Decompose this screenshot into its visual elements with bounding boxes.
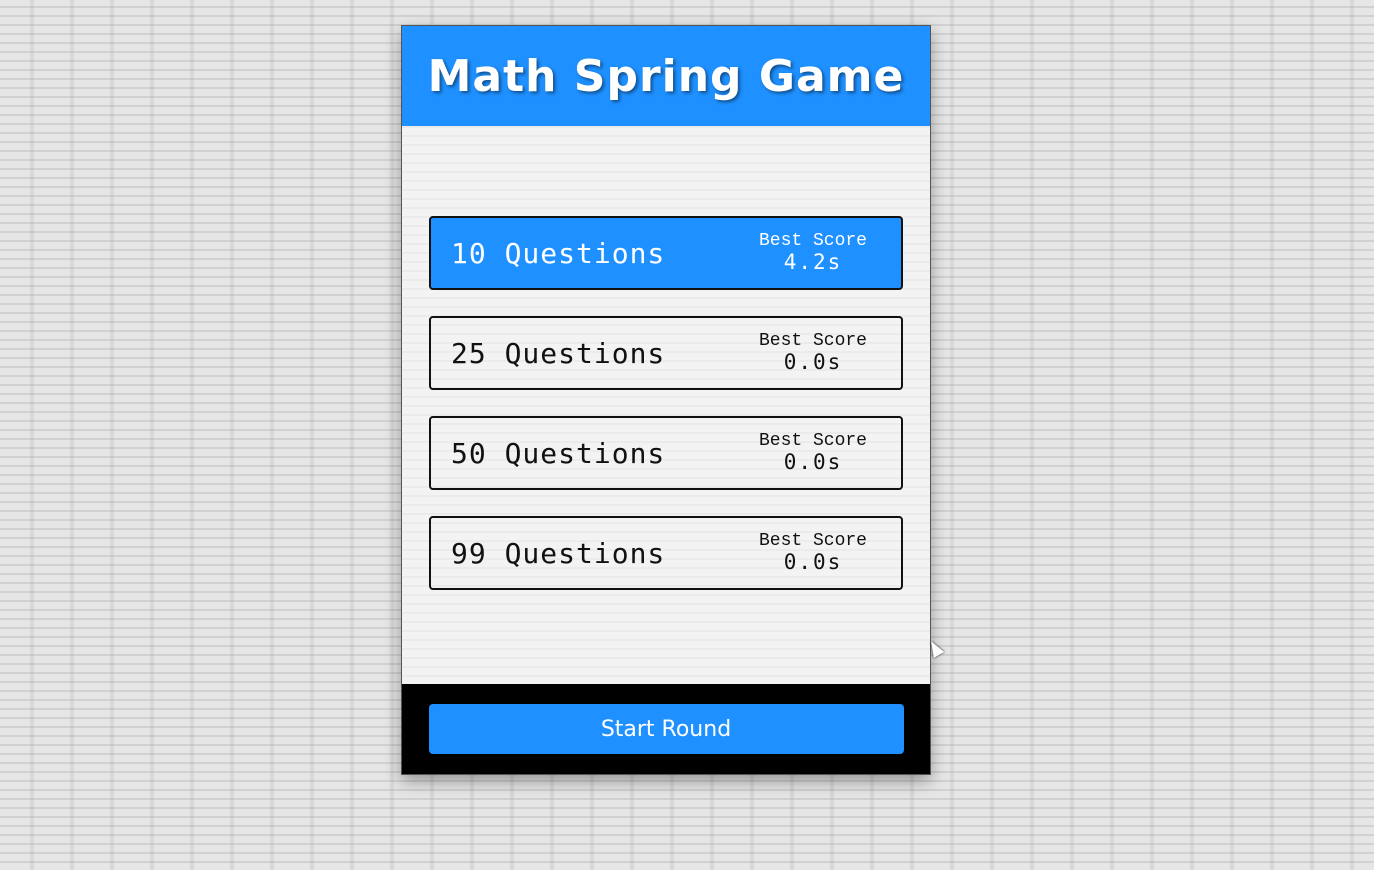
best-score: Best Score 0.0s [758,330,867,375]
best-score: Best Score 4.2s [758,230,867,275]
question-options: 10 Questions Best Score 4.2s 25 Question… [402,126,930,684]
best-score-value: 0.0s [783,550,843,575]
header: Math Spring Game [402,26,930,126]
option-label: 99 Questions [451,536,666,570]
best-score: Best Score 0.0s [758,530,867,575]
option-label: 10 Questions [451,236,666,270]
best-score-label: Best Score [758,430,867,451]
game-card: Math Spring Game 10 Questions Best Score… [401,25,931,775]
option-label: 50 Questions [451,436,666,470]
option-10-questions[interactable]: 10 Questions Best Score 4.2s [429,216,903,290]
option-label: 25 Questions [451,336,666,370]
best-score-value: 4.2s [783,250,843,275]
footer: Start Round [402,684,930,774]
best-score: Best Score 0.0s [758,430,867,475]
start-round-button[interactable]: Start Round [428,704,904,754]
best-score-label: Best Score [758,530,867,551]
option-25-questions[interactable]: 25 Questions Best Score 0.0s [429,316,903,390]
best-score-value: 0.0s [783,450,843,475]
best-score-label: Best Score [758,230,867,251]
best-score-value: 0.0s [783,350,843,375]
page-title: Math Spring Game [427,50,905,102]
best-score-label: Best Score [758,330,867,351]
option-99-questions[interactable]: 99 Questions Best Score 0.0s [429,516,903,590]
option-50-questions[interactable]: 50 Questions Best Score 0.0s [429,416,903,490]
